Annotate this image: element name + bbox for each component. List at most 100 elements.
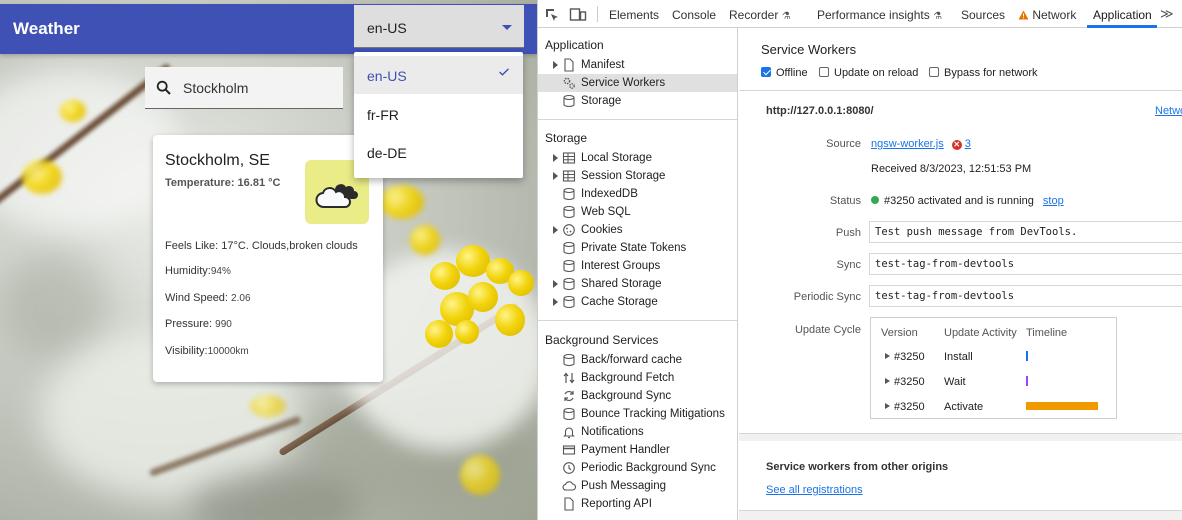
see-all-registrations-link[interactable]: See all registrations [766, 484, 863, 496]
tab-sources[interactable]: Sources [961, 8, 1005, 22]
sidebar-item-bounce-tracking-mitigations[interactable]: Bounce Tracking Mitigations [538, 405, 737, 423]
checkbox-unchecked-icon[interactable] [929, 67, 939, 77]
sidebar-item-local-storage[interactable]: Local Storage [538, 149, 737, 167]
visibility: Visibility:10000km [165, 345, 249, 357]
sidebar-item-payment-handler[interactable]: Payment Handler [538, 441, 737, 459]
other-origins-title: Service workers from other origins [766, 461, 949, 473]
tab-elements[interactable]: Elements [609, 8, 659, 22]
tab-recorder[interactable]: Recorder ⚗ [729, 8, 791, 22]
checkbox-checked-icon[interactable] [761, 67, 771, 77]
expand-arrow-icon[interactable] [553, 61, 558, 69]
sync-tag-input[interactable]: test-tag-from-devtools [869, 253, 1182, 275]
dropdown-caret-icon [502, 25, 512, 30]
cloud-outline-icon [562, 481, 576, 491]
service-workers-pane: Service Workers Offline Update on reload… [739, 28, 1182, 520]
sidebar-item-manifest[interactable]: Manifest [538, 56, 737, 74]
temperature: Temperature: 16.81 °C [165, 177, 281, 189]
expand-arrow-icon[interactable] [553, 154, 558, 162]
table-row-activity: Activate [944, 401, 984, 413]
sidebar-item-storage[interactable]: Storage [538, 92, 737, 110]
stop-link[interactable]: stop [1043, 195, 1064, 207]
sidebar-item-web-sql[interactable]: Web SQL [538, 203, 737, 221]
search-icon [156, 80, 171, 95]
flask-icon: ⚗ [933, 11, 943, 22]
table-row-activity: Install [944, 351, 973, 363]
sidebar-item-interest-groups[interactable]: Interest Groups [538, 257, 737, 275]
source-value: ngsw-worker.js ✕ 3 [871, 138, 971, 150]
error-count-link[interactable]: 3 [965, 138, 971, 150]
check-icon [499, 68, 509, 76]
sidebar-item-service-workers[interactable]: Service Workers [538, 74, 737, 92]
expand-arrow-icon[interactable] [885, 353, 890, 359]
sidebar-item-indexeddb[interactable]: IndexedDB [538, 185, 737, 203]
language-options-panel: en-US fr-FR de-DE [354, 52, 523, 178]
sidebar-header-application: Application [545, 38, 604, 52]
timeline-bar-install [1026, 351, 1028, 361]
gears-icon [563, 77, 575, 89]
sidebar-header-background-services: Background Services [545, 333, 659, 347]
table-grid-icon [562, 170, 576, 182]
offline-checkbox[interactable]: Offline [761, 67, 808, 79]
expand-arrow-icon[interactable] [553, 280, 558, 288]
sidebar-item-periodic-background-sync[interactable]: Periodic Background Sync [538, 459, 737, 477]
database-icon [563, 205, 575, 219]
tab-console[interactable]: Console [672, 8, 716, 22]
weather-card: Stockholm, SE Temperature: 16.81 °C Feel… [153, 135, 383, 382]
sidebar-item-notifications[interactable]: Notifications [538, 423, 737, 441]
clock-icon [563, 462, 575, 474]
file-icon [564, 58, 574, 72]
bypass-for-network-checkbox[interactable]: Bypass for network [929, 67, 1038, 79]
database-icon [563, 187, 575, 201]
expand-arrow-icon[interactable] [553, 298, 558, 306]
inspect-element-icon[interactable] [544, 7, 560, 23]
credit-card-icon [562, 445, 576, 455]
update-cycle-label: Update Cycle [794, 324, 861, 336]
periodic-sync-tag-input[interactable]: test-tag-from-devtools [869, 285, 1182, 307]
more-tabs-icon[interactable]: ≫ [1160, 6, 1174, 22]
sidebar-item-cookies[interactable]: Cookies [538, 221, 737, 239]
device-toolbar-icon[interactable] [569, 7, 587, 23]
timeline-bar-activate [1026, 402, 1098, 410]
up-down-arrows-icon [563, 372, 575, 384]
sidebar-item-reporting-api[interactable]: Reporting API [538, 495, 737, 513]
expand-arrow-icon[interactable] [553, 226, 558, 234]
file-icon [564, 497, 574, 511]
status-value: #3250 activated and is running stop [871, 195, 1064, 207]
push-message-input[interactable]: Test push message from DevTools. [869, 221, 1182, 243]
expand-arrow-icon[interactable] [885, 403, 890, 409]
sidebar-item-private-state-tokens[interactable]: Private State Tokens [538, 239, 737, 257]
error-icon: ✕ [951, 140, 962, 150]
sync-label: Sync [836, 259, 861, 271]
sidebar-item-background-fetch[interactable]: Background Fetch [538, 369, 737, 387]
service-worker-origin: http://127.0.0.1:8080/ [766, 105, 874, 117]
language-option-en-us[interactable]: en-US [354, 56, 523, 94]
checkbox-unchecked-icon[interactable] [819, 67, 829, 77]
update-on-reload-checkbox[interactable]: Update on reload [819, 67, 918, 79]
tab-performance-insights[interactable]: Performance insights ⚗ [817, 8, 942, 22]
database-icon [563, 353, 575, 367]
sidebar-item-push-messaging[interactable]: Push Messaging [538, 477, 737, 495]
database-icon [563, 241, 575, 255]
network-requests-link[interactable]: Netwo [1155, 105, 1182, 117]
city-search-input[interactable] [183, 78, 333, 98]
language-option-de-de[interactable]: de-DE [354, 133, 523, 171]
tab-network[interactable]: Network [1018, 8, 1076, 22]
column-header-update-activity: Update Activity [944, 327, 1017, 339]
sidebar-item-session-storage[interactable]: Session Storage [538, 167, 737, 185]
tab-application[interactable]: Application [1093, 8, 1152, 22]
table-row-version: #3250 [894, 351, 925, 363]
language-select[interactable]: en-US [354, 5, 524, 48]
expand-arrow-icon[interactable] [553, 172, 558, 180]
sidebar-item-background-sync[interactable]: Background Sync [538, 387, 737, 405]
received-timestamp: Received 8/3/2023, 12:51:53 PM [871, 163, 1032, 175]
source-file-link[interactable]: ngsw-worker.js [871, 138, 944, 150]
language-option-fr-fr[interactable]: fr-FR [354, 95, 523, 133]
sidebar-item-cache-storage[interactable]: Cache Storage [538, 293, 737, 311]
sidebar-item-back-forward-cache[interactable]: Back/forward cache [538, 351, 737, 369]
application-sidebar: Application Manifest Service Workers Sto… [538, 28, 738, 520]
city-search [145, 67, 343, 109]
running-status-icon [871, 196, 879, 204]
sidebar-item-shared-storage[interactable]: Shared Storage [538, 275, 737, 293]
expand-arrow-icon[interactable] [885, 378, 890, 384]
feels-like: Feels Like: 17°C. Clouds,broken clouds [165, 240, 358, 252]
